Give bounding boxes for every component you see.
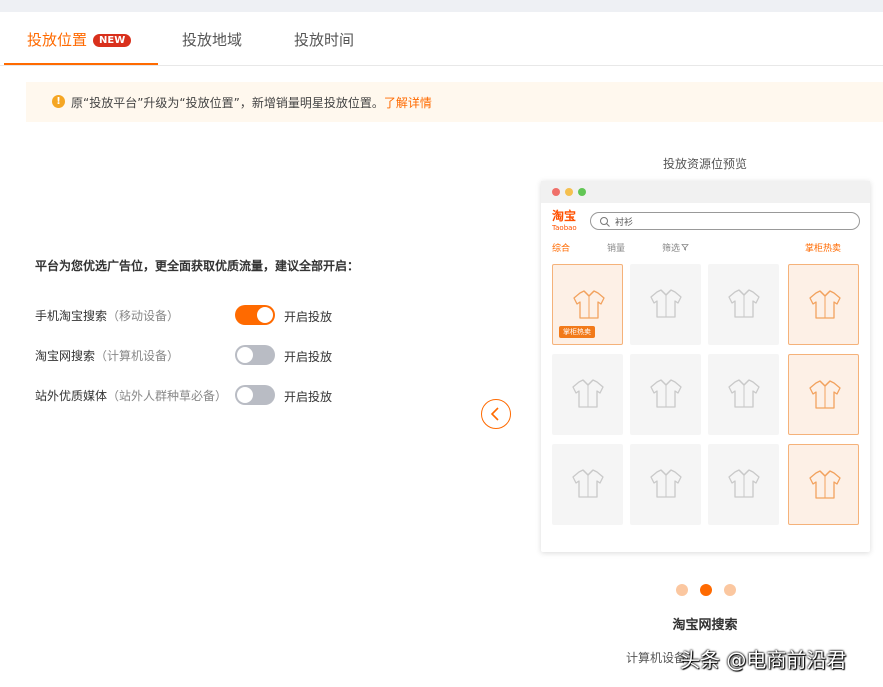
promoted-product-cell bbox=[788, 444, 859, 525]
shirt-icon bbox=[649, 466, 683, 500]
product-cell bbox=[630, 354, 701, 435]
product-cell bbox=[708, 444, 779, 525]
carousel-dot[interactable] bbox=[676, 584, 688, 596]
toggle-text: 开启投放 bbox=[284, 348, 332, 365]
shirt-icon bbox=[808, 377, 842, 411]
option-hint: （移动设备） bbox=[107, 309, 179, 323]
option-name: 手机淘宝搜索 bbox=[35, 309, 107, 323]
option-external-media: 站外优质媒体（站外人群种草必备） 开启投放 bbox=[35, 385, 355, 405]
notice-text: 原“投放平台”升级为“投放位置”，新增销量明星投放位置。了解详情 bbox=[71, 94, 432, 111]
new-badge: NEW bbox=[93, 34, 131, 47]
notice-banner: ! 原“投放平台”升级为“投放位置”，新增销量明星投放位置。了解详情 bbox=[26, 82, 883, 122]
product-cell bbox=[708, 354, 779, 435]
chevron-left-icon bbox=[482, 400, 510, 428]
shirt-icon bbox=[808, 287, 842, 321]
option-hint: （计算机设备） bbox=[95, 349, 179, 363]
minimize-dot-icon bbox=[565, 188, 573, 196]
watermark: 头条 @电商前沿君 bbox=[680, 644, 846, 673]
option-hint: （站外人群种草必备） bbox=[107, 389, 227, 403]
product-cell bbox=[708, 264, 779, 345]
option-label: 淘宝网搜索（计算机设备） bbox=[35, 347, 179, 364]
close-dot-icon bbox=[552, 188, 560, 196]
shirt-icon bbox=[649, 376, 683, 410]
shirt-icon bbox=[727, 466, 761, 500]
tab-time[interactable]: 投放时间 bbox=[294, 29, 354, 50]
tab-placement-label: 投放位置 bbox=[27, 31, 87, 49]
logo-cn: 淘宝 bbox=[552, 209, 576, 223]
slide-description: 计算机设备 bbox=[626, 649, 686, 666]
sort-tab-comprehensive: 综合 bbox=[552, 241, 570, 254]
shirt-icon bbox=[808, 467, 842, 501]
maximize-dot-icon bbox=[578, 188, 586, 196]
carousel-dot[interactable] bbox=[724, 584, 736, 596]
ad-placement-panel: 投放位置 NEW 投放地域 投放时间 ! 原“投放平台”升级为“投放位置”，新增销… bbox=[0, 12, 883, 687]
logo-en: Taobao bbox=[552, 222, 577, 234]
shirt-icon bbox=[571, 376, 605, 410]
mock-search-box: 衬衫 bbox=[590, 212, 860, 230]
active-tab-indicator bbox=[4, 63, 158, 65]
product-cell bbox=[630, 444, 701, 525]
product-cell bbox=[630, 264, 701, 345]
shirt-icon bbox=[727, 376, 761, 410]
slide-title: 淘宝网搜索 bbox=[540, 614, 870, 633]
promoted-product-cell: 掌柜热卖 bbox=[552, 264, 623, 345]
mobile-search-toggle[interactable] bbox=[235, 305, 275, 325]
taobao-logo: 淘宝Taobao bbox=[552, 210, 577, 234]
search-icon bbox=[599, 216, 611, 228]
option-label: 手机淘宝搜索（移动设备） bbox=[35, 307, 179, 324]
shirt-icon bbox=[571, 466, 605, 500]
promoted-product-cell bbox=[788, 264, 859, 345]
window-titlebar bbox=[541, 181, 870, 203]
preview-mockup: 淘宝Taobao 衬衫 综合 销量 筛选 掌柜热卖 掌柜热卖 bbox=[541, 181, 870, 552]
preview-title: 投放资源位预览 bbox=[540, 155, 870, 172]
shirt-icon bbox=[572, 287, 606, 321]
hot-sale-label: 掌柜热卖 bbox=[805, 241, 841, 254]
toggle-text: 开启投放 bbox=[284, 308, 332, 325]
shirt-icon bbox=[649, 286, 683, 320]
option-taobao-web-search: 淘宝网搜索（计算机设备） 开启投放 bbox=[35, 345, 355, 365]
promoted-product-cell bbox=[788, 354, 859, 435]
toggle-knob bbox=[257, 307, 273, 323]
hot-sale-tag: 掌柜热卖 bbox=[559, 326, 595, 338]
sort-tab-sales: 销量 bbox=[607, 241, 625, 254]
learn-more-link[interactable]: 了解详情 bbox=[384, 96, 432, 110]
external-media-toggle[interactable] bbox=[235, 385, 275, 405]
toggle-knob bbox=[237, 387, 253, 403]
sort-tab-filter: 筛选 bbox=[662, 241, 689, 254]
toggle-text: 开启投放 bbox=[284, 388, 332, 405]
product-cell bbox=[552, 444, 623, 525]
tab-bar: 投放位置 NEW 投放地域 投放时间 bbox=[0, 12, 883, 66]
tab-region[interactable]: 投放地域 bbox=[182, 29, 242, 50]
option-mobile-taobao-search: 手机淘宝搜索（移动设备） 开启投放 bbox=[35, 305, 355, 325]
option-name: 淘宝网搜索 bbox=[35, 349, 95, 363]
toggle-knob bbox=[237, 347, 253, 363]
sort-tab-filter-label: 筛选 bbox=[662, 244, 680, 254]
intro-text: 平台为您优选广告位，更全面获取优质流量，建议全部开启： bbox=[35, 257, 359, 274]
carousel-prev-button[interactable] bbox=[481, 399, 511, 429]
exclamation-icon: ! bbox=[52, 95, 65, 108]
carousel-dot-active[interactable] bbox=[700, 584, 712, 596]
option-label: 站外优质媒体（站外人群种草必备） bbox=[35, 387, 227, 404]
filter-icon bbox=[681, 243, 689, 251]
product-cell bbox=[552, 354, 623, 435]
tab-placement[interactable]: 投放位置 NEW bbox=[27, 29, 131, 50]
notice-message: 原“投放平台”升级为“投放位置”，新增销量明星投放位置。 bbox=[71, 96, 384, 110]
web-search-toggle[interactable] bbox=[235, 345, 275, 365]
option-name: 站外优质媒体 bbox=[35, 389, 107, 403]
mock-search-text: 衬衫 bbox=[615, 215, 633, 228]
shirt-icon bbox=[727, 286, 761, 320]
